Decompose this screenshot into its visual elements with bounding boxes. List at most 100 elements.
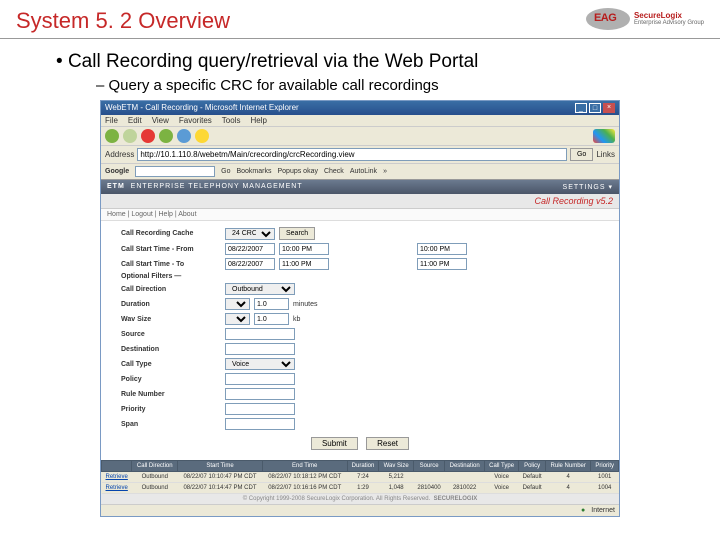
minimize-button[interactable]: _ <box>575 103 587 113</box>
cell: Default <box>519 472 546 483</box>
menu-tools[interactable]: Tools <box>222 116 241 125</box>
close-button[interactable]: × <box>603 103 615 113</box>
etm-brand: ETM <box>107 183 125 190</box>
cell: 5,212 <box>379 472 413 483</box>
google-popups[interactable]: Popups okay <box>277 168 317 175</box>
search-form: Call Recording Cache 24 CRC Search Call … <box>101 221 619 460</box>
rule-label: Rule Number <box>121 391 221 398</box>
to-time-end-input[interactable] <box>417 258 467 270</box>
to-date-input[interactable] <box>225 258 275 270</box>
source-input[interactable] <box>225 328 295 340</box>
logo-brand: SecureLogix <box>634 12 704 20</box>
retrieve-link[interactable]: Retrieve <box>102 483 132 494</box>
from-time-end-input[interactable] <box>417 243 467 255</box>
wav-op-select[interactable]: > <box>225 313 250 325</box>
duration-op-select[interactable]: > <box>225 298 250 310</box>
ie-menubar: File Edit View Favorites Tools Help <box>101 115 619 127</box>
google-bookmarks[interactable]: Bookmarks <box>236 168 271 175</box>
th-ct: Call Type <box>485 461 519 472</box>
cell: 08/22/07 10:14:47 PM CDT <box>178 483 263 494</box>
from-time-input[interactable] <box>279 243 329 255</box>
from-label: Call Start Time - From <box>121 246 221 253</box>
destination-label: Destination <box>121 346 221 353</box>
calltype-select[interactable]: Voice <box>225 358 295 370</box>
th-src: Source <box>413 461 444 472</box>
table-header-row: Call Direction Start Time End Time Durat… <box>102 461 619 472</box>
cell <box>413 472 444 483</box>
address-label: Address <box>105 150 134 159</box>
retrieve-link[interactable]: Retrieve <box>102 472 132 483</box>
cell: 08/22/07 10:10:47 PM CDT <box>178 472 263 483</box>
cell: 1001 <box>591 472 619 483</box>
search-button[interactable]: Search <box>279 227 315 240</box>
ie-window-title: WebETM - Call Recording - Microsoft Inte… <box>105 103 299 113</box>
google-search-input[interactable] <box>135 166 215 177</box>
wav-unit: kb <box>293 316 300 323</box>
google-toolbar: Google Go Bookmarks Popups okay Check Au… <box>101 164 619 180</box>
duration-input[interactable] <box>254 298 289 310</box>
cell: 08/22/07 10:18:12 PM CDT <box>262 472 347 483</box>
th-direction: Call Direction <box>132 461 178 472</box>
status-zone: Internet <box>591 507 615 514</box>
th-rule: Rule Number <box>546 461 591 472</box>
span-input[interactable] <box>225 418 295 430</box>
links-label[interactable]: Links <box>596 150 615 159</box>
address-input[interactable] <box>137 148 567 161</box>
wav-input[interactable] <box>254 313 289 325</box>
maximize-button[interactable]: □ <box>589 103 601 113</box>
footer-brand: SECURELOGIX <box>434 496 478 502</box>
back-icon[interactable] <box>105 129 119 143</box>
logo-sub: Enterprise Advisory Group <box>634 20 704 26</box>
menu-view[interactable]: View <box>152 116 169 125</box>
th-end: End Time <box>262 461 347 472</box>
go-button[interactable]: Go <box>570 148 593 161</box>
etm-banner-text: ENTERPRISE TELEPHONY MANAGEMENT <box>131 183 303 190</box>
cell: 1004 <box>591 483 619 494</box>
home-icon[interactable] <box>177 129 191 143</box>
google-more[interactable]: » <box>383 168 387 175</box>
stop-icon[interactable] <box>141 129 155 143</box>
google-go[interactable]: Go <box>221 168 230 175</box>
cell: Outbound <box>132 472 178 483</box>
from-date-input[interactable] <box>225 243 275 255</box>
cell: Voice <box>485 483 519 494</box>
menu-help[interactable]: Help <box>250 116 266 125</box>
th-dur: Duration <box>347 461 379 472</box>
policy-input[interactable] <box>225 373 295 385</box>
google-autolink[interactable]: AutoLink <box>350 168 377 175</box>
th-blank <box>102 461 132 472</box>
cell: 1,048 <box>379 483 413 494</box>
submit-button[interactable]: Submit <box>311 437 358 450</box>
refresh-icon[interactable] <box>159 129 173 143</box>
to-time-input[interactable] <box>279 258 329 270</box>
calltype-label: Call Type <box>121 361 221 368</box>
cache-label: Call Recording Cache <box>121 230 221 237</box>
msn-icon <box>593 129 615 143</box>
direction-select[interactable]: Outbound <box>225 283 295 295</box>
slide-title: System 5. 2 Overview <box>16 8 230 34</box>
settings-dropdown[interactable]: SETTINGS ▾ <box>563 183 613 191</box>
direction-label: Call Direction <box>121 286 221 293</box>
th-start: Start Time <box>178 461 263 472</box>
to-label: Call Start Time - To <box>121 261 221 268</box>
forward-icon[interactable] <box>123 129 137 143</box>
priority-input[interactable] <box>225 403 295 415</box>
favorites-icon[interactable] <box>195 129 209 143</box>
embedded-screenshot: WebETM - Call Recording - Microsoft Inte… <box>100 100 620 517</box>
nav-links[interactable]: Home | Logout | Help | About <box>101 209 619 221</box>
google-check[interactable]: Check <box>324 168 344 175</box>
google-label: Google <box>105 168 129 175</box>
menu-edit[interactable]: Edit <box>128 116 142 125</box>
rule-input[interactable] <box>225 388 295 400</box>
ie-statusbar: ● Internet <box>101 504 619 516</box>
table-row: Retrieve Outbound 08/22/07 10:10:47 PM C… <box>102 472 619 483</box>
th-wav: Wav Size <box>379 461 413 472</box>
results-table: Call Direction Start Time End Time Durat… <box>101 460 619 494</box>
menu-favorites[interactable]: Favorites <box>179 116 212 125</box>
reset-button[interactable]: Reset <box>366 437 409 450</box>
cache-select[interactable]: 24 CRC <box>225 228 275 240</box>
ie-titlebar: WebETM - Call Recording - Microsoft Inte… <box>101 101 619 115</box>
destination-input[interactable] <box>225 343 295 355</box>
menu-file[interactable]: File <box>105 116 118 125</box>
globe-icon: ● <box>581 507 585 514</box>
